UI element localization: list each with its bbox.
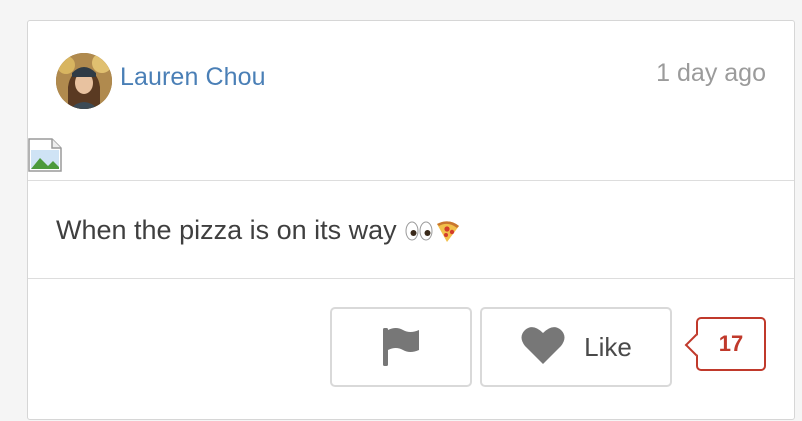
divider [28,180,794,181]
badge-pointer [684,333,708,357]
like-label: Like [584,331,632,362]
flag-button[interactable] [330,307,472,387]
post-card: Lauren Chou 1 day ago When the pizza is … [27,20,795,420]
post-body: When the pizza is on its way [56,215,461,246]
post-header: Lauren Chou 1 day ago [28,21,794,181]
author-link[interactable]: Lauren Chou [120,63,266,92]
flag-icon [379,324,423,371]
post-actions: Like 17 [28,279,794,421]
broken-image-icon [28,138,62,172]
like-count-badge: 17 [684,317,766,371]
like-button[interactable]: Like [480,307,672,387]
post-timestamp: 1 day ago [656,59,766,87]
post-text: When the pizza is on its way [56,215,397,245]
like-count: 17 [718,331,744,356]
heart-icon [520,325,566,370]
eyes-emoji [405,220,433,242]
pizza-emoji [435,218,461,244]
avatar[interactable] [56,53,112,109]
